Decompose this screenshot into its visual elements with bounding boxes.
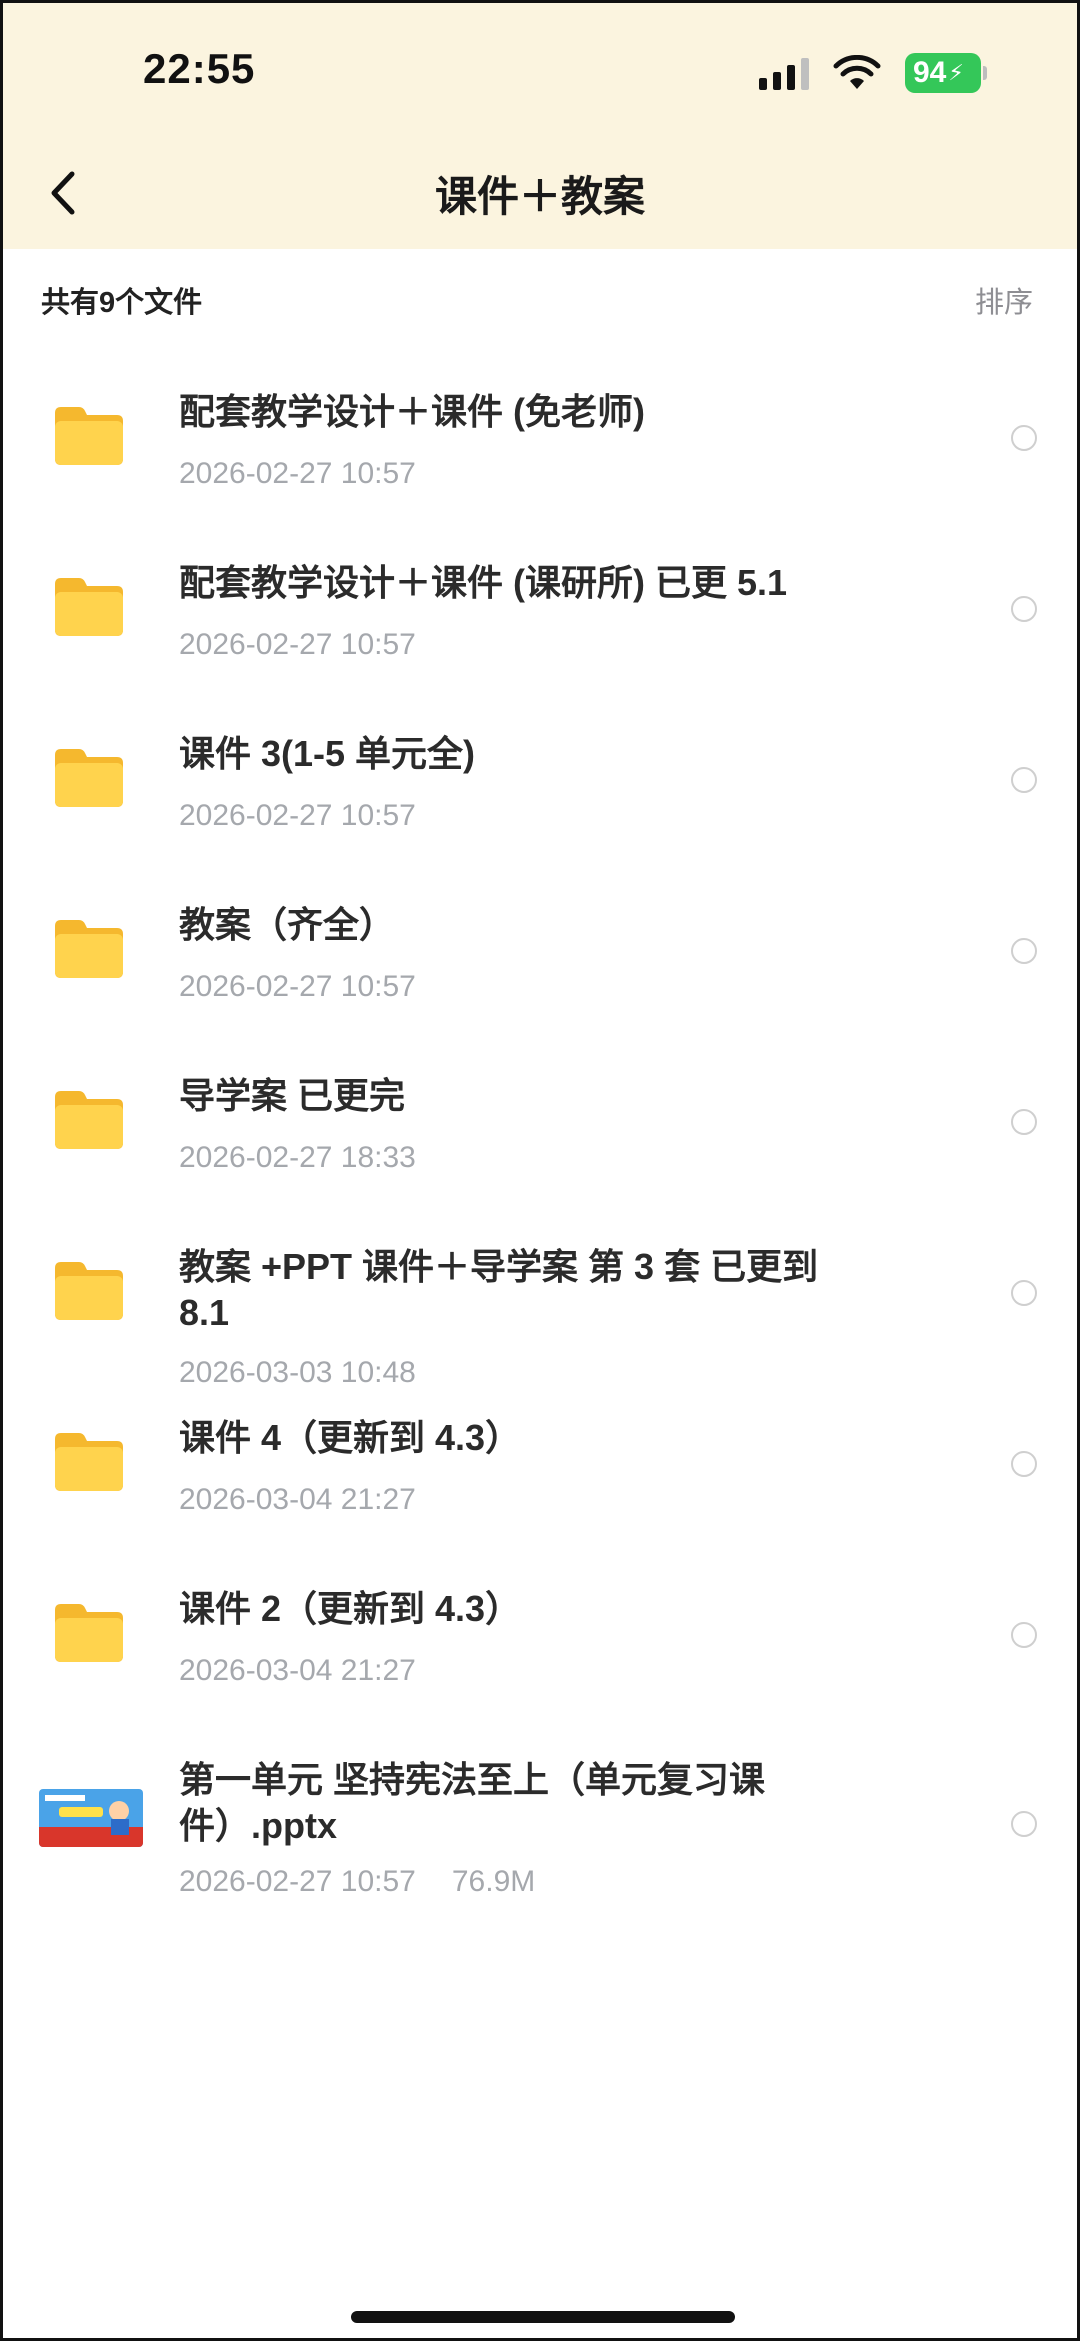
list-item[interactable]: 课件 3(1-5 单元全) 2026-02-27 10:57: [3, 725, 1077, 885]
item-name: 课件 4（更新到 4.3）: [179, 1417, 522, 1458]
select-checkbox[interactable]: [1011, 596, 1037, 622]
select-checkbox[interactable]: [1011, 767, 1037, 793]
select-checkbox[interactable]: [1011, 1451, 1037, 1477]
list-item[interactable]: 配套教学设计＋课件 (免老师) 2026-02-27 10:57: [3, 383, 1077, 543]
item-date: 2026-02-27 10:57: [179, 457, 416, 490]
item-date: 2026-03-04 21:27: [179, 1654, 416, 1687]
list-item[interactable]: 教案（齐全） 2026-02-27 10:57: [3, 896, 1077, 1056]
signal-icon: [759, 56, 809, 90]
screen: 22:55 94 ⚡ 课件＋教案 共有9个文件 排序 配套教学设计＋课件 (免老…: [0, 0, 1080, 2341]
select-checkbox[interactable]: [1011, 1622, 1037, 1648]
folder-icon: [55, 407, 123, 465]
folder-icon: [55, 1433, 123, 1491]
charging-bolt-icon: ⚡: [948, 60, 964, 85]
wifi-icon: [833, 55, 881, 89]
page-title: 课件＋教案: [434, 173, 645, 220]
item-date: 2026-03-04 21:27: [179, 1483, 416, 1516]
list-item[interactable]: 教案 +PPT 课件＋导学案 第 3 套 已更到 8.1 2026-03-03 …: [3, 1238, 1077, 1398]
list-item[interactable]: 第一单元 坚持宪法至上（单元复习课件）.pptx 2026-02-27 10:5…: [3, 1751, 1077, 1931]
status-icons: 94 ⚡: [759, 53, 987, 93]
item-name: 配套教学设计＋课件 (免老师): [179, 391, 645, 432]
select-checkbox[interactable]: [1011, 1280, 1037, 1306]
home-indicator[interactable]: [351, 2311, 735, 2323]
item-name: 课件 2（更新到 4.3）: [179, 1588, 522, 1629]
status-time: 22:55: [143, 45, 256, 92]
list-item[interactable]: 导学案 已更完 2026-02-27 18:33: [3, 1067, 1077, 1227]
folder-icon: [55, 1091, 123, 1149]
battery-level: 94: [913, 56, 947, 89]
list-item[interactable]: 配套教学设计＋课件 (课研所) 已更 5.1 2026-02-27 10:57: [3, 554, 1077, 714]
folder-icon: [55, 1604, 123, 1662]
item-date: 2026-03-03 10:48: [179, 1356, 416, 1389]
select-checkbox[interactable]: [1011, 1109, 1037, 1135]
item-date: 2026-02-27 10:57: [179, 970, 416, 1003]
item-size: 76.9M: [451, 1865, 536, 1898]
item-date: 2026-02-27 10:57: [179, 628, 416, 661]
folder-icon: [55, 1262, 123, 1320]
sort-button[interactable]: 排序: [975, 279, 1033, 321]
list-item[interactable]: 课件 2（更新到 4.3） 2026-03-04 21:27: [3, 1580, 1077, 1740]
item-name: 教案 +PPT 课件＋导学案 第 3 套 已更到 8.1: [179, 1246, 819, 1333]
top-bar: 22:55 94 ⚡ 课件＋教案: [3, 3, 1077, 249]
select-checkbox[interactable]: [1011, 938, 1037, 964]
item-name: 导学案 已更完: [179, 1075, 406, 1116]
item-date: 2026-02-27 18:33: [179, 1141, 416, 1174]
folder-icon: [55, 578, 123, 636]
item-meta: 2026-02-27 10:57 76.9M: [179, 1865, 535, 1899]
folder-icon: [55, 749, 123, 807]
battery-icon: 94 ⚡: [905, 53, 987, 93]
select-checkbox[interactable]: [1011, 1811, 1037, 1837]
folder-icon: [55, 920, 123, 978]
item-date: 2026-02-27 10:57: [179, 799, 416, 832]
pptx-thumbnail-icon: [39, 1789, 143, 1847]
item-name: 教案（齐全）: [179, 904, 396, 945]
list-item[interactable]: 课件 4（更新到 4.3） 2026-03-04 21:27: [3, 1409, 1077, 1569]
select-checkbox[interactable]: [1011, 425, 1037, 451]
item-date: 2026-02-27 10:57: [179, 1865, 416, 1898]
item-name: 课件 3(1-5 单元全): [179, 733, 476, 774]
item-name: 配套教学设计＋课件 (课研所) 已更 5.1: [179, 562, 788, 603]
item-name: 第一单元 坚持宪法至上（单元复习课件）.pptx: [179, 1759, 766, 1846]
file-count: 共有9个文件: [41, 287, 203, 319]
